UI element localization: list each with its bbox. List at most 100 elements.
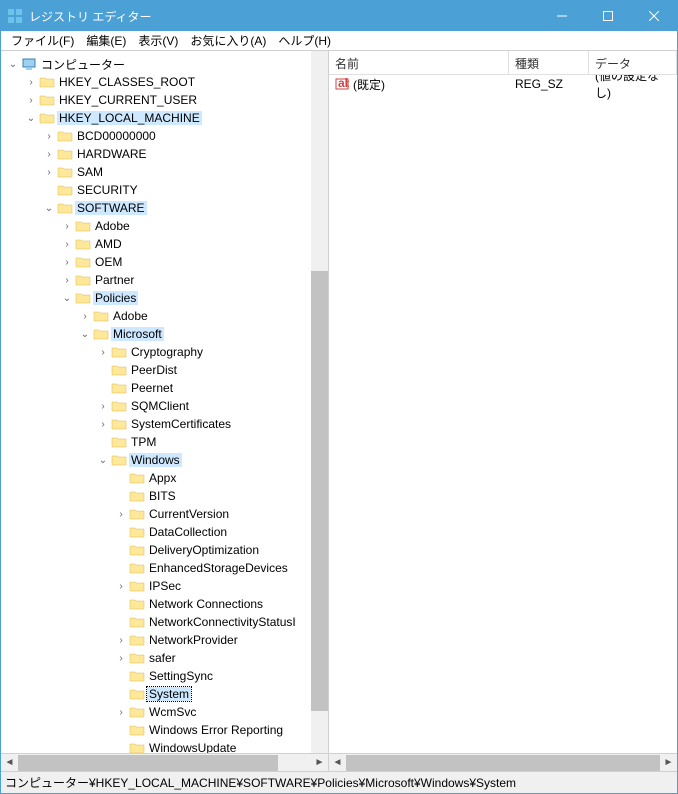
chevron-right-icon[interactable]: › [95,419,111,430]
column-data[interactable]: データ [589,51,677,74]
tree-view[interactable]: ⌄コンピューター›HKEY_CLASSES_ROOT›HKEY_CURRENT_… [1,51,311,753]
chevron-right-icon[interactable]: › [41,149,57,160]
tree-item[interactable]: ›SAM [1,163,311,181]
menu-help[interactable]: ヘルプ(H) [272,32,337,49]
tree-item[interactable]: DataCollection [1,523,311,541]
tree-item[interactable]: ›OEM [1,253,311,271]
tree-item[interactable]: › SystemCertificates [1,415,311,433]
chevron-right-icon[interactable]: › [41,167,57,178]
scroll-left-icon[interactable]: ◄ [1,755,18,771]
list-horizontal-scrollbar[interactable]: ◄ ► [329,753,677,771]
chevron-right-icon[interactable]: › [23,77,39,88]
tree-item[interactable]: BITS [1,487,311,505]
scroll-left-icon[interactable]: ◄ [329,755,346,771]
scroll-right-icon[interactable]: ► [660,755,677,771]
menu-file[interactable]: ファイル(F) [5,32,80,49]
chevron-down-icon[interactable]: ⌄ [95,455,111,466]
tree-item[interactable]: Windows Error Reporting [1,721,311,739]
menu-favorites[interactable]: お気に入り(A) [184,32,272,49]
tree-item[interactable]: ›HKEY_CURRENT_USER [1,91,311,109]
tree-item[interactable]: › safer [1,649,311,667]
tree-item[interactable]: › Partner [1,271,311,289]
column-name[interactable]: 名前 [329,51,509,74]
tree-item[interactable]: ⌄HKEY_LOCAL_MACHINE [1,109,311,127]
tree-item[interactable]: ›Cryptography [1,343,311,361]
folder-icon [75,291,91,305]
tree-item[interactable]: ⌄コンピューター [1,55,311,73]
tree-item[interactable]: NetworkConnectivityStatusI [1,613,311,631]
tree-item-label: safer [147,651,178,665]
tree-item[interactable]: ⌄ Windows [1,451,311,469]
tree-item-label: CurrentVersion [147,507,231,521]
tree-item[interactable]: ›HKEY_CLASSES_ROOT [1,73,311,91]
close-button[interactable] [631,1,677,31]
titlebar[interactable]: レジストリ エディター [1,1,677,31]
tree-item[interactable]: ›IPSec [1,577,311,595]
tree-item-label: PeerDist [129,363,179,377]
chevron-down-icon[interactable]: ⌄ [23,113,39,124]
tree-item-label: Partner [93,273,136,287]
tree-item[interactable]: PeerDist [1,361,311,379]
chevron-right-icon[interactable]: › [113,635,129,646]
tree-item[interactable]: ›BCD00000000 [1,127,311,145]
tree-item[interactable]: ›NetworkProvider [1,631,311,649]
maximize-button[interactable] [585,1,631,31]
tree-item[interactable]: System [1,685,311,703]
chevron-right-icon[interactable]: › [41,131,57,142]
tree-item[interactable]: › WcmSvc [1,703,311,721]
tree-item-label: WcmSvc [147,705,198,719]
chevron-right-icon[interactable]: › [113,653,129,664]
tree-item-label: Windows [129,453,182,467]
tree-item[interactable]: ›HARDWARE [1,145,311,163]
chevron-down-icon[interactable]: ⌄ [59,293,75,304]
tree-item-label: SOFTWARE [75,201,147,215]
tree-item[interactable]: WindowsUpdate [1,739,311,753]
tree-item[interactable]: SettingSync [1,667,311,685]
menu-edit[interactable]: 編集(E) [80,32,132,49]
chevron-right-icon[interactable]: › [113,581,129,592]
tree-item[interactable]: › CurrentVersion [1,505,311,523]
tree-item[interactable]: ⌄Policies [1,289,311,307]
tree-item[interactable]: Peernet [1,379,311,397]
tree-item-label: SystemCertificates [129,417,233,431]
folder-icon [75,255,91,269]
chevron-right-icon[interactable]: › [77,311,93,322]
tree-item[interactable]: TPM [1,433,311,451]
chevron-right-icon[interactable]: › [113,707,129,718]
tree-horizontal-scrollbar[interactable]: ◄ ► [1,753,328,771]
minimize-button[interactable] [539,1,585,31]
chevron-right-icon[interactable]: › [59,275,75,286]
tree-item[interactable]: Appx [1,469,311,487]
chevron-right-icon[interactable]: › [59,257,75,268]
tree-item[interactable]: ⌄ SOFTWARE [1,199,311,217]
value-data: (値の設定なし) [589,75,677,101]
chevron-right-icon[interactable]: › [113,509,129,520]
folder-icon [129,687,145,701]
tree-item[interactable]: ⌄Microsoft [1,325,311,343]
chevron-right-icon[interactable]: › [95,401,111,412]
tree-item[interactable]: ›AMD [1,235,311,253]
tree-item[interactable]: Network Connections [1,595,311,613]
tree-item[interactable]: ›Adobe [1,307,311,325]
chevron-right-icon[interactable]: › [95,347,111,358]
chevron-down-icon[interactable]: ⌄ [5,59,21,70]
tree-item[interactable]: EnhancedStorageDevices [1,559,311,577]
menubar: ファイル(F) 編集(E) 表示(V) お気に入り(A) ヘルプ(H) [1,31,677,51]
value-list[interactable]: ab(既定)REG_SZ(値の設定なし) [329,75,677,753]
column-type[interactable]: 種類 [509,51,589,74]
chevron-down-icon[interactable]: ⌄ [77,329,93,340]
tree-item-label: EnhancedStorageDevices [147,561,290,575]
chevron-right-icon[interactable]: › [59,239,75,250]
tree-vertical-scrollbar[interactable] [311,51,328,753]
chevron-down-icon[interactable]: ⌄ [41,203,57,214]
menu-view[interactable]: 表示(V) [132,32,184,49]
tree-item[interactable]: DeliveryOptimization [1,541,311,559]
tree-item[interactable]: ›SQMClient [1,397,311,415]
tree-item[interactable]: ›Adobe [1,217,311,235]
scroll-right-icon[interactable]: ► [311,755,328,771]
chevron-right-icon[interactable]: › [59,221,75,232]
chevron-right-icon[interactable]: › [23,95,39,106]
folder-icon [129,525,145,539]
value-row[interactable]: ab(既定)REG_SZ(値の設定なし) [329,75,677,93]
tree-item[interactable]: SECURITY [1,181,311,199]
